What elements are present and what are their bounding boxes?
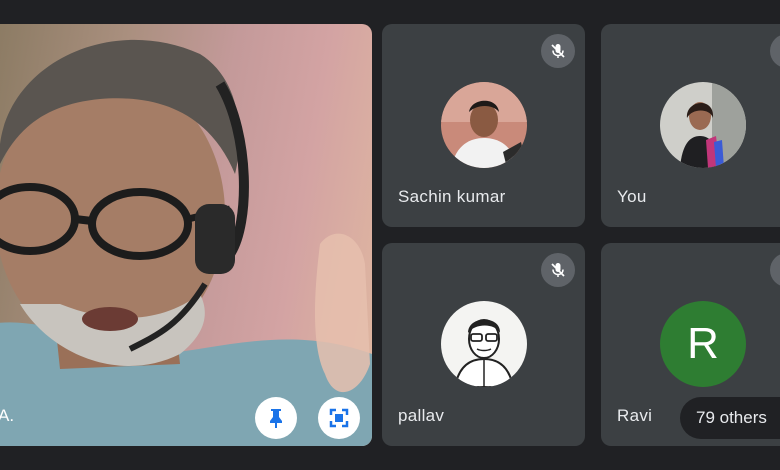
avatar	[660, 82, 746, 168]
speaker-video-frame	[0, 39, 372, 446]
mic-off-icon	[551, 263, 565, 277]
avatar-sketch	[440, 301, 527, 387]
participant-tile-you[interactable]: You	[601, 24, 780, 227]
others-chip[interactable]: 79 others	[680, 397, 780, 439]
pin-button[interactable]	[255, 397, 297, 439]
pin-icon	[270, 409, 282, 428]
muted-mic-badge	[541, 34, 575, 68]
participant-name: Sachin kumar	[398, 187, 506, 206]
fullscreen-icon	[329, 408, 349, 428]
participant-name: Ravi	[617, 406, 653, 425]
avatar	[440, 301, 527, 387]
participant-tile-sachin-kumar[interactable]: Sachin kumar	[382, 24, 585, 227]
main-speaker-video[interactable]: A.	[0, 24, 372, 446]
fullscreen-button[interactable]	[318, 397, 360, 439]
participant-name: pallav	[398, 406, 445, 425]
muted-mic-badge	[541, 253, 575, 287]
mic-off-icon	[551, 44, 565, 58]
muted-mic-badge	[770, 253, 780, 287]
participant-tile-pallav[interactable]: pallav	[382, 243, 585, 446]
avatar-letter: R	[660, 301, 746, 387]
avatar-photo	[440, 82, 527, 168]
avatar	[440, 82, 527, 168]
avatar-photo	[660, 82, 746, 168]
participant-name: You	[617, 187, 647, 206]
muted-mic-badge	[770, 34, 780, 68]
main-speaker-name: A.	[0, 406, 15, 425]
